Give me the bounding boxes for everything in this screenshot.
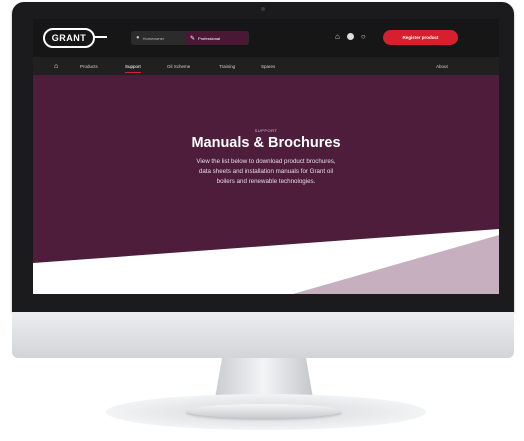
top-bar: GRANT ● Homeowner ✎ Professional ⌂ ○ Reg…: [33, 19, 499, 57]
hero-banner: SUPPORT Manuals & Brochures View the lis…: [33, 75, 499, 294]
hero-breadcrumb: SUPPORT: [254, 128, 278, 133]
nav-item-about[interactable]: About: [436, 57, 448, 75]
bag-icon[interactable]: ⌂: [335, 32, 340, 41]
screen: GRANT ● Homeowner ✎ Professional ⌂ ○ Reg…: [33, 19, 499, 294]
nav-item-oil-scheme[interactable]: Oil Scheme: [167, 57, 190, 75]
grant-logo[interactable]: GRANT: [43, 28, 95, 48]
main-nav: ⌂ Products Support Oil Scheme Training S…: [33, 57, 499, 75]
nav-item-products[interactable]: Products: [80, 57, 98, 75]
home-nav-item[interactable]: ⌂: [54, 57, 58, 75]
audience-toggle: ● Homeowner ✎ Professional: [131, 31, 249, 45]
person-icon: ●: [136, 35, 140, 41]
wrench-icon: ✎: [190, 35, 196, 42]
homeowner-label: Homeowner: [142, 35, 165, 41]
professional-label: Professional: [198, 35, 221, 41]
monitor-stand-foot: [186, 404, 342, 418]
hero-description: View the list below to download product …: [196, 158, 336, 186]
camera-icon: [261, 7, 265, 11]
header-icons: ⌂ ○: [335, 32, 366, 41]
monitor-chin: [12, 312, 514, 358]
professional-option[interactable]: ✎ Professional: [185, 31, 247, 45]
logo-text: GRANT: [51, 33, 87, 43]
nav-item-spares[interactable]: Spares: [261, 57, 275, 75]
home-icon: ⌂: [54, 62, 59, 70]
search-icon[interactable]: ○: [361, 32, 366, 41]
nav-item-support[interactable]: Support: [125, 57, 141, 75]
account-icon[interactable]: [346, 33, 354, 40]
imac-monitor: GRANT ● Homeowner ✎ Professional ⌂ ○ Reg…: [12, 2, 514, 358]
nav-item-training[interactable]: Training: [219, 57, 235, 75]
page-title: Manuals & Brochures: [191, 135, 341, 151]
register-product-button[interactable]: Register product: [383, 30, 458, 45]
homeowner-option[interactable]: ● Homeowner: [131, 31, 183, 45]
logo-swoosh: [93, 36, 107, 38]
